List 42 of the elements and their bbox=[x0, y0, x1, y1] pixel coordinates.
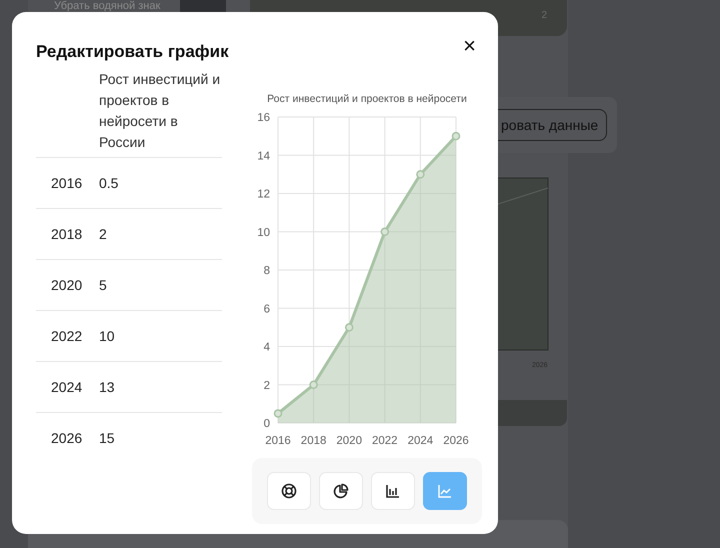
axis-label: 4 bbox=[264, 342, 270, 354]
axis-label: 2018 bbox=[300, 435, 326, 447]
axis-label: 14 bbox=[257, 150, 270, 162]
axis-label: 2022 bbox=[372, 435, 398, 447]
table-cell-text: 13 bbox=[99, 379, 116, 395]
data-point bbox=[274, 409, 282, 418]
data-point bbox=[416, 170, 425, 179]
pie-chart-icon bbox=[333, 483, 349, 499]
axis-label: 2024 bbox=[408, 435, 434, 447]
axis-label: 10 bbox=[257, 226, 270, 239]
dialog-title: Редактировать график bbox=[36, 42, 229, 62]
lifebuoy-icon bbox=[281, 483, 297, 499]
table-cell-text: 0.5 bbox=[99, 175, 120, 191]
axis-label: 2026 bbox=[443, 435, 469, 447]
table-cell-text: 2 bbox=[99, 226, 108, 242]
axis-label: 8 bbox=[264, 265, 270, 277]
table-cell-text: 2020 bbox=[50, 277, 84, 293]
column-header: Рост инвестиций и проектов в нейросети в России bbox=[99, 70, 222, 152]
axis-label: 12 bbox=[257, 188, 270, 200]
table-cell-text: 2024 bbox=[50, 379, 84, 395]
axis-label: 2016 bbox=[265, 435, 291, 447]
data-point bbox=[380, 228, 390, 236]
line-chart-icon bbox=[437, 483, 453, 499]
table-cell-text: 2016 bbox=[50, 175, 84, 191]
axis-label: 0 bbox=[264, 418, 270, 430]
table-cell-text: 2026 bbox=[50, 430, 84, 446]
axis-label: 2 bbox=[264, 380, 270, 392]
watermark-label: Убрать водяной знак bbox=[54, 0, 160, 12]
axis-label: 2020 bbox=[336, 435, 362, 447]
bar-chart-icon bbox=[385, 483, 401, 499]
data-point bbox=[309, 380, 318, 389]
axis-label: 6 bbox=[264, 303, 270, 316]
table-cell-text: 2022 bbox=[50, 328, 84, 344]
table-cell-text: 10 bbox=[99, 328, 116, 344]
axis-label: 16 bbox=[257, 112, 270, 124]
table-cell-text: 15 bbox=[99, 430, 116, 446]
chart-title: Рост инвестиций и проектов в нейросети bbox=[267, 93, 467, 105]
table-cell-text: 5 bbox=[99, 277, 108, 293]
close-button[interactable]: × bbox=[457, 35, 482, 57]
table-cell-text: 2018 bbox=[50, 226, 84, 242]
data-point bbox=[452, 132, 460, 140]
data-point bbox=[344, 323, 354, 332]
